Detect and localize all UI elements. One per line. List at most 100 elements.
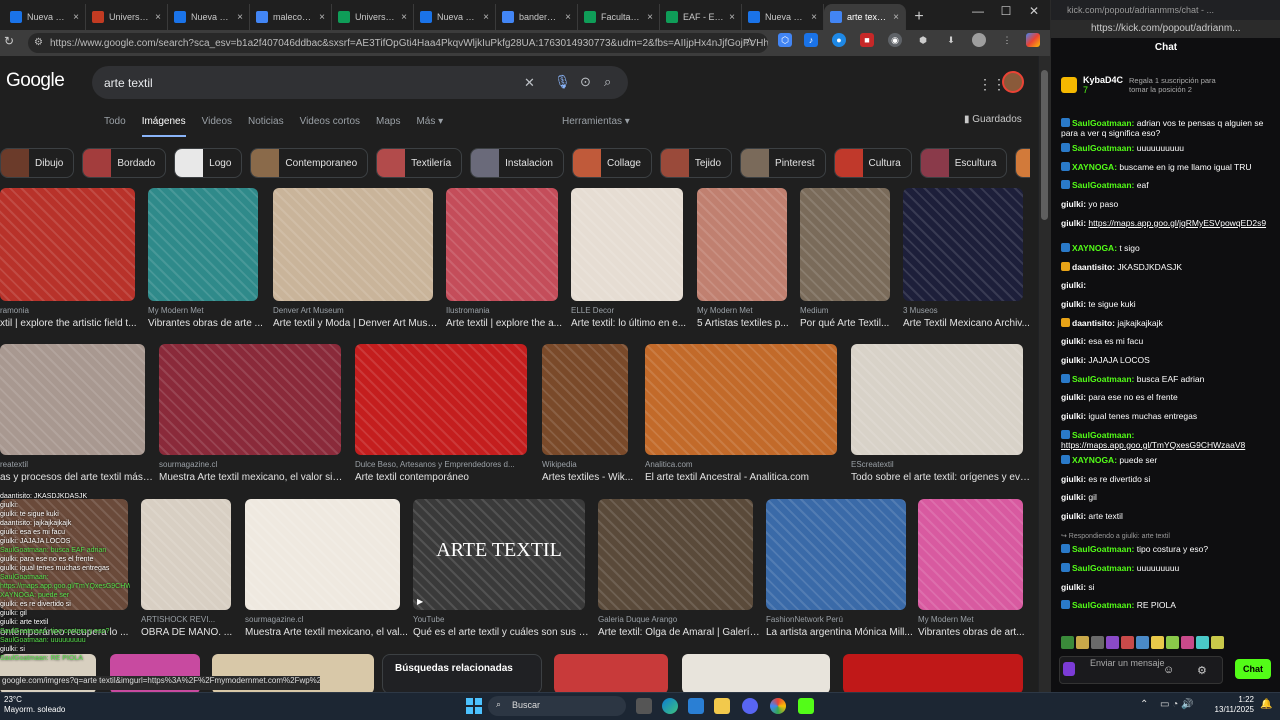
chat-username[interactable]: giulki: (1061, 336, 1086, 346)
store-icon[interactable] (688, 698, 704, 714)
result-title[interactable]: El arte textil Ancestral - Analitica.com (645, 472, 845, 483)
result-image[interactable] (903, 188, 1023, 301)
result-image[interactable] (766, 499, 906, 610)
browser-tab[interactable]: Nueva pestaña × (168, 4, 250, 30)
emote-icon[interactable] (1181, 636, 1194, 649)
result-title[interactable]: Por qué Arte Textil... (800, 318, 898, 329)
result-title[interactable]: OBRA DE MANO. ... (141, 627, 239, 638)
chat-username[interactable]: giulki: (1061, 474, 1086, 484)
tab-close-icon[interactable]: × (73, 12, 79, 23)
tab-close-icon[interactable]: × (729, 12, 735, 23)
emote-icon[interactable] (1091, 636, 1104, 649)
result-source[interactable]: Medium (800, 306, 890, 315)
chat-user-icon[interactable] (1063, 662, 1075, 676)
taskbar-search[interactable]: ⌕ Buscar (488, 696, 626, 716)
kick-app-icon[interactable] (798, 698, 814, 714)
extension-icon[interactable]: ♪ (804, 33, 818, 47)
result-title[interactable]: Arte textil contemporáneo (355, 472, 535, 483)
extension-icon[interactable]: ◉ (888, 33, 902, 47)
task-view-icon[interactable] (636, 698, 652, 714)
windows-start-icon[interactable] (466, 698, 482, 714)
weather-widget[interactable]: 23°C Mayorm. soleado (4, 695, 65, 715)
result-title[interactable]: as y procesos del arte textil más ... (0, 472, 153, 483)
close-window-icon[interactable]: ✕ (1020, 4, 1048, 18)
result-source[interactable]: FashionNetwork Perú (766, 615, 906, 624)
result-title[interactable]: Muestra Arte textil mexicano, el val... (245, 627, 408, 638)
extension-icon[interactable]: ⬡ (778, 33, 792, 47)
tab-close-icon[interactable]: × (565, 12, 571, 23)
result-source[interactable]: YouTube (413, 615, 585, 624)
browser-tab[interactable]: arte textil - B × (824, 4, 906, 30)
result-title[interactable]: Arte Textil Mexicano Archiv... (903, 318, 1031, 329)
chat-username[interactable]: daantisito: (1072, 318, 1115, 328)
browser-tab[interactable]: Universidad × (332, 4, 414, 30)
chat-username[interactable]: giulki: (1061, 218, 1086, 228)
maximize-icon[interactable]: ☐ (992, 4, 1020, 18)
chat-username[interactable]: giulki: (1061, 280, 1086, 290)
result-title[interactable]: Vibrantes obras de arte ... (148, 318, 266, 329)
result-title[interactable]: 5 Artistas textiles p... (697, 318, 795, 329)
result-source[interactable]: ELLE Decor (571, 306, 683, 315)
discord-icon[interactable] (742, 698, 758, 714)
result-source[interactable]: My Modern Met (918, 615, 1023, 624)
reload-icon[interactable]: ↻ (4, 34, 14, 48)
result-source[interactable]: My Modern Met (148, 306, 258, 315)
emote-icon[interactable] (1136, 636, 1149, 649)
result-image[interactable] (542, 344, 628, 455)
result-source[interactable]: My Modern Met (697, 306, 787, 315)
chat-text[interactable]: https://maps.app.goo.gl/jqRMyESVpowqED2s… (1088, 218, 1266, 228)
tab-close-icon[interactable]: × (237, 12, 243, 23)
downloads-icon[interactable]: ⬇ (944, 33, 958, 47)
result-image[interactable] (159, 344, 341, 455)
chat-username[interactable]: SaulGoatmaan: (1072, 118, 1134, 128)
result-title[interactable]: Arte textil: lo último en e... (571, 318, 691, 329)
tab-close-icon[interactable]: × (319, 12, 325, 23)
scrollbar-thumb[interactable] (1041, 70, 1048, 220)
result-title[interactable]: Arte textil y Moda | Denver Art Museum (273, 318, 441, 329)
notifications-bell-icon[interactable]: 🔔 (1260, 699, 1272, 710)
extension-icon[interactable]: ■ (860, 33, 874, 47)
result-title[interactable]: Artes textiles - Wik... (542, 472, 636, 483)
browser-tab[interactable]: malecon - Bú × (250, 4, 332, 30)
chat-username[interactable]: SaulGoatmaan: (1072, 143, 1134, 153)
result-image[interactable] (141, 499, 231, 610)
chat-username[interactable]: XAYNOGA: (1072, 243, 1117, 253)
gemini-icon[interactable] (1026, 33, 1040, 47)
new-tab-button[interactable]: + (906, 4, 932, 30)
send-chat-button[interactable]: Chat (1235, 659, 1271, 679)
chat-username[interactable]: SaulGoatmaan: (1072, 374, 1134, 384)
pinned-gift-banner[interactable]: KybaD4C 7 Regala 1 suscripción para toma… (1051, 66, 1280, 104)
bookmark-star-icon[interactable]: ☆ (744, 35, 755, 49)
result-image[interactable] (800, 188, 890, 301)
result-source[interactable]: ARTISHOCK REVI... (141, 615, 231, 624)
result-image[interactable] (446, 188, 558, 301)
result-image[interactable] (843, 654, 1023, 692)
result-source[interactable]: Analitica.com (645, 460, 837, 469)
chat-username[interactable]: giulki: (1061, 411, 1086, 421)
extensions-puzzle-icon[interactable]: ⬢ (916, 33, 930, 47)
chat-username[interactable]: daantisito: (1072, 262, 1115, 272)
url-field[interactable]: ⚙ https://www.google.com/search?sca_esv=… (28, 33, 768, 53)
chrome-icon[interactable] (770, 698, 786, 714)
emote-icon[interactable] (1061, 636, 1074, 649)
chat-username[interactable]: giulki: (1061, 511, 1086, 521)
result-image[interactable] (697, 188, 787, 301)
tray-icons[interactable]: ▭ ◔ 🔊 (1160, 699, 1194, 710)
result-image[interactable] (554, 654, 668, 692)
result-title[interactable]: Qué es el arte textil y cuáles son sus g… (413, 627, 593, 638)
browser-tab[interactable]: Universidad × (86, 4, 168, 30)
result-image[interactable] (682, 654, 830, 692)
minimize-icon[interactable]: — (964, 4, 992, 18)
result-image[interactable]: ARTE TEXTIL ▶ (413, 499, 585, 610)
result-image[interactable] (355, 344, 527, 455)
emote-picker-icon[interactable]: ☺ (1163, 664, 1174, 676)
result-source[interactable]: Ilustromania (446, 306, 558, 315)
chat-username[interactable]: SaulGoatmaan: (1072, 180, 1134, 190)
related-searches-card[interactable]: Búsquedas relacionadas (382, 654, 542, 692)
tab-close-icon[interactable]: × (401, 12, 407, 23)
browser-tab[interactable]: EAF - Escuel × (660, 4, 742, 30)
chat-username[interactable]: SaulGoatmaan: (1072, 563, 1134, 573)
chat-username[interactable]: giulki: (1061, 199, 1086, 209)
extension-icon[interactable]: ● (832, 33, 846, 47)
result-image[interactable] (851, 344, 1023, 455)
